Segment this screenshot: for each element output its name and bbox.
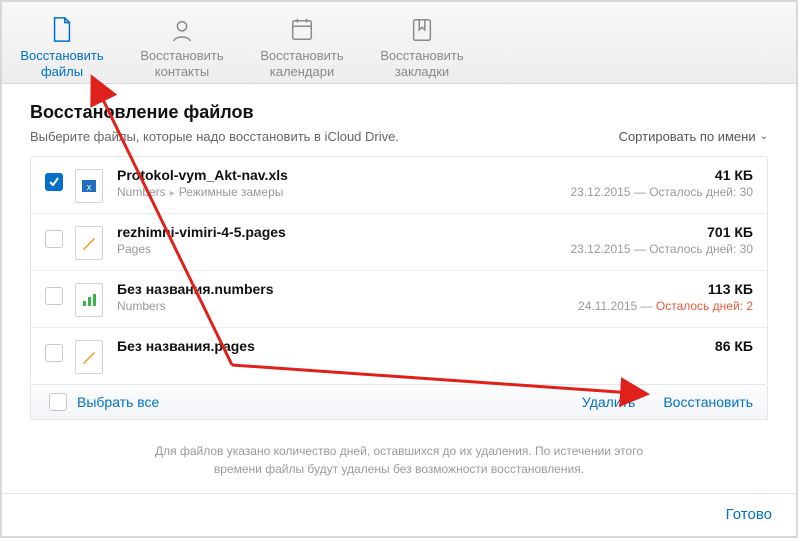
file-meta: 23.12.2015 — Осталось дней: 30 <box>570 185 753 199</box>
tab-label-line1: Восстановить <box>2 48 122 64</box>
tab-restore-contacts[interactable]: Восстановить контакты <box>122 12 242 83</box>
sort-dropdown[interactable]: Сортировать по имени ⌄ <box>619 129 768 144</box>
file-name: Без названия.numbers <box>117 281 578 297</box>
file-row[interactable]: x Protokol-vym_Akt-nav.xls Numbers▸Режим… <box>31 157 767 214</box>
file-name: Protokol-vym_Akt-nav.xls <box>117 167 570 183</box>
tab-restore-calendars[interactable]: Восстановить календари <box>242 12 362 83</box>
file-row[interactable]: Без названия.pages 86 КБ <box>31 328 767 384</box>
done-button[interactable]: Готово <box>726 506 772 523</box>
page-title: Восстановление файлов <box>30 102 768 123</box>
calendar-icon <box>242 16 362 44</box>
file-meta: 24.11.2015 — Осталось дней: 2 <box>578 299 753 313</box>
contact-icon <box>122 16 242 44</box>
bookmark-icon <box>362 16 482 44</box>
page-subtitle: Выберите файлы, которые надо восстановит… <box>30 129 399 144</box>
file-size: 113 КБ <box>578 281 753 297</box>
file-size: 701 КБ <box>570 224 753 240</box>
select-all-button[interactable]: Выбрать все <box>77 394 159 410</box>
svg-text:x: x <box>87 182 92 192</box>
file-meta: 23.12.2015 — Осталось дней: 30 <box>570 242 753 256</box>
file-path: Pages <box>117 242 570 256</box>
tab-restore-files[interactable]: Восстановить файлы <box>2 12 122 83</box>
file-size: 86 КБ <box>715 338 753 354</box>
delete-button[interactable]: Удалить <box>582 394 635 410</box>
tab-label-line2: контакты <box>122 64 242 80</box>
file-size: 41 КБ <box>570 167 753 183</box>
main-panel: Восстановление файлов Выберите файлы, ко… <box>2 84 796 478</box>
sort-label: Сортировать по имени <box>619 129 756 144</box>
tab-restore-bookmarks[interactable]: Восстановить закладки <box>362 12 482 83</box>
file-path: Numbers <box>117 299 578 313</box>
chevron-down-icon: ⌄ <box>760 131 768 142</box>
doc-numbers-icon <box>75 283 103 317</box>
restore-button[interactable]: Восстановить <box>663 394 753 410</box>
tab-label-line2: закладки <box>362 64 482 80</box>
tab-label-line2: файлы <box>2 64 122 80</box>
file-list: x Protokol-vym_Akt-nav.xls Numbers▸Режим… <box>30 156 768 385</box>
doc-pages-icon <box>75 340 103 374</box>
file-icon <box>2 16 122 44</box>
file-row[interactable]: Без названия.numbers Numbers 113 КБ 24.1… <box>31 271 767 328</box>
action-bar: Выбрать все Удалить Восстановить <box>30 385 768 420</box>
footnote: Для файлов указано количество дней, оста… <box>139 442 659 478</box>
footer: Готово <box>2 493 796 536</box>
file-path: Numbers▸Режимные замеры <box>117 185 570 199</box>
doc-pages-icon <box>75 226 103 260</box>
toolbar: Восстановить файлы Восстановить контакты… <box>2 2 796 84</box>
tab-label-line1: Восстановить <box>362 48 482 64</box>
file-name: rezhimni-vimiri-4-5.pages <box>117 224 570 240</box>
checkbox[interactable] <box>45 287 63 305</box>
tab-label-line1: Восстановить <box>122 48 242 64</box>
tab-label-line2: календари <box>242 64 362 80</box>
tab-label-line1: Восстановить <box>242 48 362 64</box>
checkbox[interactable] <box>45 344 63 362</box>
checkbox[interactable] <box>45 230 63 248</box>
checkbox[interactable] <box>45 173 63 191</box>
file-row[interactable]: rezhimni-vimiri-4-5.pages Pages 701 КБ 2… <box>31 214 767 271</box>
file-name: Без названия.pages <box>117 338 715 354</box>
select-all-checkbox[interactable] <box>49 393 67 411</box>
doc-excel-icon: x <box>75 169 103 203</box>
